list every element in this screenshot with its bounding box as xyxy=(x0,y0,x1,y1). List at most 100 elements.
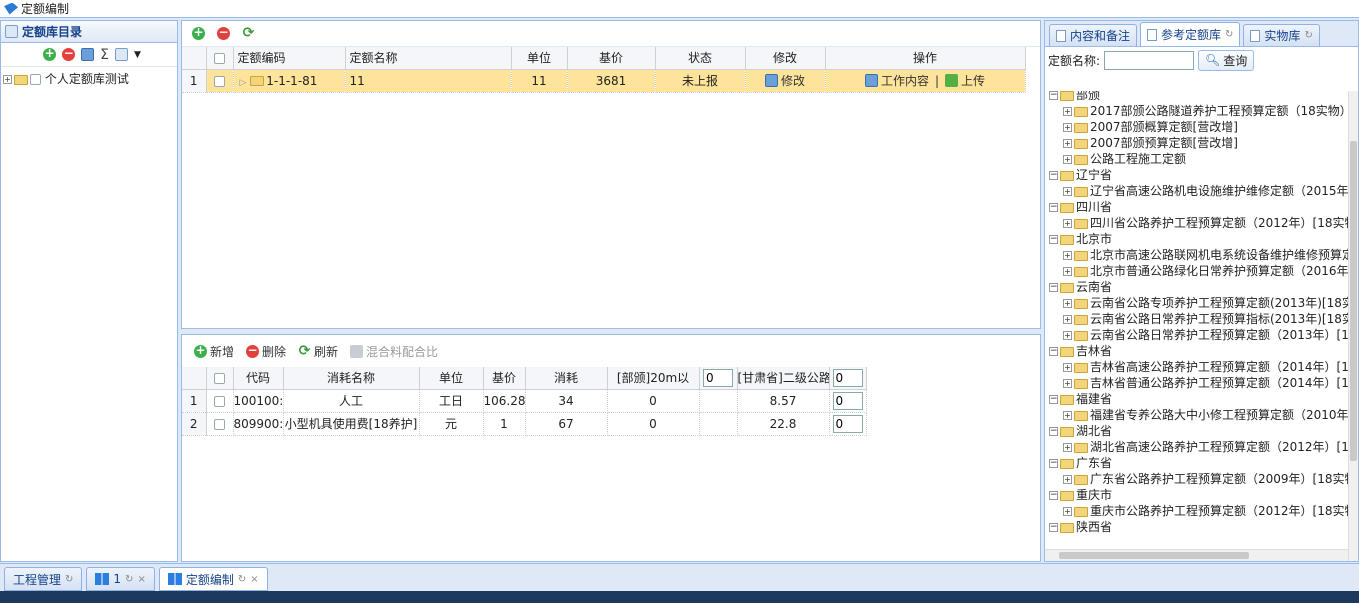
collapse-icon[interactable]: − xyxy=(1049,427,1058,436)
col-qty[interactable]: 消耗 xyxy=(525,367,608,390)
tree-leaf-node[interactable]: + 公路工程施工定额 xyxy=(1049,151,1346,167)
tab-physical-library[interactable]: 实物库 ↻ xyxy=(1243,24,1320,46)
table-row[interactable]: 1 100100: 人工 工日 106.28 34 0 8.57 xyxy=(182,389,867,413)
select-all-cell[interactable] xyxy=(206,367,234,390)
tree-node[interactable]: + 个人定额库测试 xyxy=(3,71,175,87)
chevron-down-icon[interactable]: ▼ xyxy=(134,50,141,60)
col-op[interactable]: 操作 xyxy=(825,47,1026,70)
scroll-thumb[interactable] xyxy=(1350,141,1357,461)
col-price[interactable]: 基价 xyxy=(483,367,526,390)
col-gansu[interactable]: [甘肃省]二级公路 xyxy=(737,367,830,390)
row-checkbox-cell[interactable] xyxy=(206,389,234,413)
search-button[interactable]: 🔍︎ 查询 xyxy=(1198,49,1255,71)
refresh-tab-icon[interactable]: ↻ xyxy=(238,574,246,585)
expand-icon[interactable]: + xyxy=(1063,475,1072,484)
collapse-icon[interactable]: − xyxy=(1049,203,1058,212)
collapse-icon[interactable]: − xyxy=(1049,347,1058,356)
expand-icon[interactable]: + xyxy=(1063,299,1072,308)
collapse-icon[interactable]: − xyxy=(1049,283,1058,292)
row-checkbox[interactable] xyxy=(214,395,225,407)
collapse-icon[interactable]: − xyxy=(1049,395,1058,404)
tree-leaf-node[interactable]: + 云南省公路专项养护工程预算定额(2013年)[18实 xyxy=(1049,295,1354,311)
add-button[interactable]: 新增 xyxy=(194,343,234,360)
expand-icon[interactable]: + xyxy=(1063,123,1072,132)
tree-group-node[interactable]: − 部颁 xyxy=(1049,91,1346,103)
expand-icon[interactable]: + xyxy=(1063,443,1072,452)
expand-icon[interactable]: + xyxy=(1063,363,1072,372)
edit-icon[interactable] xyxy=(81,48,95,61)
tree-leaf-node[interactable]: + 吉林省普通公路养护工程预算定额（2014年）[18 xyxy=(1049,375,1357,391)
expand-icon[interactable]: + xyxy=(1063,139,1072,148)
col-code[interactable]: 定额编码 xyxy=(233,47,346,70)
horizontal-scrollbar[interactable] xyxy=(1045,549,1348,561)
select-all-cell[interactable] xyxy=(206,47,234,70)
tree-group-node[interactable]: − 北京市 xyxy=(1049,231,1346,247)
refresh-tab-icon[interactable]: ↻ xyxy=(65,574,73,585)
expand-icon[interactable]: + xyxy=(1063,331,1072,340)
upload-link[interactable]: 上传 xyxy=(961,72,985,89)
refresh-button[interactable]: ⟳ 刷新 xyxy=(298,343,338,360)
tree-group-node[interactable]: − 福建省 xyxy=(1049,391,1346,407)
col-unit[interactable]: 单位 xyxy=(419,367,484,390)
close-icon[interactable]: × xyxy=(137,574,145,585)
collapse-icon[interactable]: − xyxy=(1049,491,1058,500)
expand-icon[interactable]: + xyxy=(1063,379,1072,388)
search-input[interactable] xyxy=(1104,50,1195,70)
add-icon[interactable] xyxy=(43,46,57,61)
col-price[interactable]: 基价 xyxy=(567,47,656,70)
expand-icon[interactable]: + xyxy=(1063,411,1072,420)
import-icon[interactable] xyxy=(114,48,128,61)
expand-icon[interactable]: + xyxy=(3,75,12,84)
expand-icon[interactable]: + xyxy=(1063,315,1072,324)
vertical-scrollbar[interactable] xyxy=(1348,91,1358,561)
tab-content-notes[interactable]: 内容和备注 xyxy=(1049,24,1138,46)
sigma-icon[interactable]: Σ xyxy=(100,47,109,63)
row-checkbox[interactable] xyxy=(214,418,225,430)
tree-leaf-node[interactable]: + 重庆市公路养护工程预算定额（2012年）[18实物 xyxy=(1049,503,1357,519)
row-factor-input[interactable] xyxy=(832,391,863,410)
tree-group-node[interactable]: − 重庆市 xyxy=(1049,487,1346,503)
tree-leaf-node[interactable]: +2007部颁概算定额[营改增] xyxy=(1049,119,1346,135)
tree-checkbox[interactable] xyxy=(30,74,41,85)
row-factor-input[interactable] xyxy=(832,414,863,433)
mix-ratio-button[interactable]: 混合料配合比 xyxy=(350,343,438,360)
delete-icon[interactable] xyxy=(62,46,76,61)
tree-group-node[interactable]: − 云南省 xyxy=(1049,279,1346,295)
tree-leaf-node[interactable]: + 四川省公路养护工程预算定额（2012年）[18实物 xyxy=(1049,215,1357,231)
expand-arrow-icon[interactable]: ▷ xyxy=(240,78,247,88)
select-all-checkbox[interactable] xyxy=(214,52,225,64)
close-icon[interactable]: × xyxy=(250,574,258,585)
add-icon[interactable] xyxy=(192,25,205,40)
delete-button[interactable]: 删除 xyxy=(246,343,286,360)
collapse-icon[interactable]: − xyxy=(1049,235,1058,244)
expand-icon[interactable]: + xyxy=(1063,507,1072,516)
expand-icon[interactable]: + xyxy=(1063,219,1072,228)
table-row[interactable]: 2 809900: 小型机具使用费[18养护] 元 1 67 0 22.8 xyxy=(182,412,867,436)
tree-leaf-node[interactable]: + 云南省公路日常养护工程预算指标(2013年)[18实 xyxy=(1049,311,1354,327)
tree-leaf-node[interactable]: + 北京市高速公路联网机电系统设备维护维修预算定 xyxy=(1049,247,1354,263)
tree-leaf-node[interactable]: + 云南省公路日常养护工程预算定额（2013年）[18 xyxy=(1049,327,1357,343)
refresh-tab-icon[interactable]: ↻ xyxy=(1304,30,1312,41)
refresh-tab-icon[interactable]: ↻ xyxy=(1225,29,1233,40)
tree-leaf-node[interactable]: +2007部颁预算定额[营改增] xyxy=(1049,135,1346,151)
collapse-icon[interactable]: − xyxy=(1049,171,1058,180)
collapse-icon[interactable]: − xyxy=(1049,459,1058,468)
tree-group-node[interactable]: − 广东省 xyxy=(1049,455,1346,471)
tree-group-node[interactable]: − 湖北省 xyxy=(1049,423,1346,439)
select-all-checkbox[interactable] xyxy=(214,372,225,384)
collapse-icon[interactable]: − xyxy=(1049,91,1058,100)
expand-icon[interactable]: + xyxy=(1063,155,1072,164)
row-checkbox-cell[interactable] xyxy=(206,69,234,93)
col-status[interactable]: 状态 xyxy=(655,47,746,70)
delete-icon[interactable] xyxy=(217,25,230,40)
col-unit[interactable]: 单位 xyxy=(511,47,568,70)
tree-group-node[interactable]: − 陕西省 xyxy=(1049,519,1346,535)
refresh-tab-icon[interactable]: ↻ xyxy=(125,574,133,585)
expand-icon[interactable]: + xyxy=(1063,107,1072,116)
expand-icon[interactable]: + xyxy=(1063,187,1072,196)
tree-group-node[interactable]: − 辽宁省 xyxy=(1049,167,1346,183)
row-checkbox[interactable] xyxy=(214,75,225,87)
tab-1[interactable]: 1 ↻ × xyxy=(86,567,155,591)
expand-icon[interactable]: + xyxy=(1063,267,1072,276)
tree-leaf-node[interactable]: + 福建省专养公路大中小修工程预算定额（2010年 xyxy=(1049,407,1349,423)
